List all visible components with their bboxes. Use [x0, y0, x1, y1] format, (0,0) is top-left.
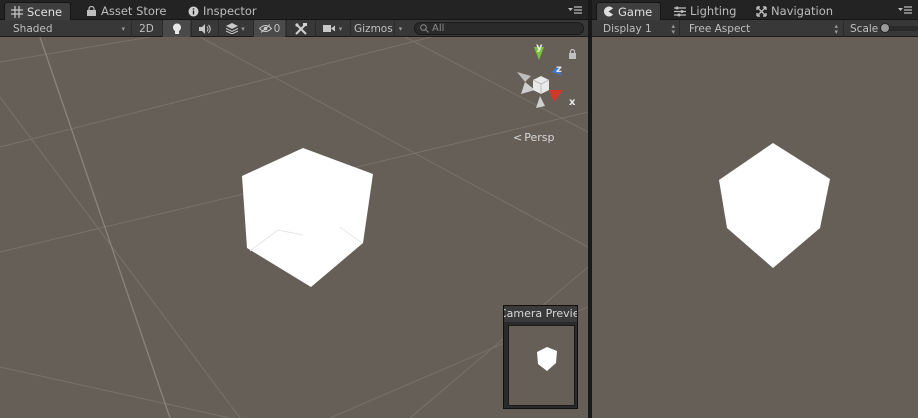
info-icon — [188, 6, 199, 17]
tab-game[interactable]: Game — [596, 2, 662, 20]
scene-panel: Scene Asset Store Inspector Shaded ▾ 2D — [0, 0, 588, 418]
tab-navigation[interactable]: Navigation — [750, 2, 841, 20]
camera-icon — [322, 25, 335, 32]
scale-label: Scale — [850, 22, 879, 35]
game-panel: Game Lighting Navigation Display 1 ▴ ▾ Fr… — [592, 0, 918, 418]
scene-viewport[interactable]: y z x < Persp Camera Preview — [0, 37, 588, 418]
gizmos-label: Gizmos — [354, 22, 393, 35]
display-dropdown[interactable]: Display 1 ▴ ▾ — [592, 20, 678, 37]
scene-toolbar: Shaded ▾ 2D ▾ 0 ▾ Gizmos ▾ All — [0, 20, 588, 37]
search-input[interactable] — [432, 23, 572, 34]
eye-slash-icon — [258, 24, 272, 33]
tab-lighting-label: Lighting — [690, 4, 737, 18]
tab-navigation-label: Navigation — [771, 4, 834, 18]
dropdown-arrow-icon: ▾ — [241, 24, 245, 33]
camera-preview-title: Camera Preview — [504, 306, 577, 322]
scene-tools-button[interactable] — [286, 20, 314, 37]
tab-asset-store[interactable]: Asset Store — [80, 2, 175, 20]
scene-tabbar: Scene Asset Store Inspector — [0, 0, 588, 20]
game-viewport[interactable] — [592, 37, 918, 418]
aspect-dropdown[interactable]: Free Aspect ▴ ▾ — [679, 20, 842, 37]
tab-scene-label: Scene — [27, 4, 63, 19]
2d-toggle-button[interactable]: 2D — [131, 20, 161, 37]
dropdown-arrow-icon: ▾ — [121, 24, 125, 33]
white-cube — [242, 148, 373, 287]
up-down-arrow-icon: ▴ ▾ — [834, 21, 838, 36]
tab-asset-store-label: Asset Store — [101, 4, 167, 18]
tab-scene[interactable]: Scene — [4, 2, 72, 20]
scene-search-field[interactable] — [414, 22, 584, 35]
camera-preview-window[interactable]: Camera Preview — [503, 305, 578, 409]
up-down-arrow-icon: ▴ ▾ — [671, 21, 675, 36]
preview-cube — [537, 347, 557, 371]
lightbulb-icon — [172, 23, 181, 34]
scene-camera-dropdown[interactable]: ▾ — [315, 20, 349, 37]
shading-mode-dropdown[interactable]: Shaded ▾ — [0, 20, 130, 37]
search-icon — [420, 24, 429, 33]
2d-label: 2D — [139, 22, 154, 35]
panel-menu-icon[interactable] — [568, 5, 582, 15]
projection-toggle[interactable]: < Persp — [513, 131, 554, 144]
tools-icon — [294, 22, 307, 35]
bag-icon — [86, 5, 97, 17]
game-tabbar: Game Lighting Navigation — [592, 0, 918, 20]
aspect-label: Free Aspect — [689, 22, 751, 35]
gizmo-z-label: z — [556, 64, 562, 75]
tab-inspector[interactable]: Inspector — [182, 2, 265, 20]
hidden-count: 0 — [273, 22, 281, 35]
camera-preview-view — [508, 325, 575, 406]
chevron-left-icon: < — [513, 131, 523, 144]
scene-effects-dropdown[interactable]: ▾ — [218, 20, 252, 37]
game-cube — [719, 143, 830, 268]
lock-icon[interactable] — [568, 49, 577, 59]
gizmos-button[interactable]: Gizmos — [350, 20, 394, 37]
grid-icon — [11, 5, 23, 18]
navigation-icon — [756, 5, 767, 17]
tab-game-label: Game — [618, 4, 653, 19]
panel-menu-icon[interactable] — [898, 5, 912, 15]
dropdown-arrow-icon: ▾ — [398, 24, 403, 33]
scene-lighting-toggle[interactable] — [162, 20, 190, 37]
tab-lighting[interactable]: Lighting — [668, 2, 744, 20]
gizmo-y-label: y — [536, 42, 543, 53]
layers-effects-icon — [226, 23, 239, 34]
dropdown-arrow-icon: ▾ — [338, 24, 343, 33]
projection-label: Persp — [524, 131, 555, 144]
shading-mode-label: Shaded — [13, 22, 53, 35]
lighting-icon — [674, 6, 686, 17]
scene-audio-toggle[interactable] — [191, 20, 217, 37]
gizmos-dropdown[interactable]: ▾ — [394, 20, 406, 37]
hidden-objects-toggle[interactable]: 0 — [253, 20, 285, 37]
game-toolbar: Display 1 ▴ ▾ Free Aspect ▴ ▾ Scale — [592, 20, 918, 37]
speaker-icon — [198, 23, 211, 34]
display-label: Display 1 — [603, 22, 652, 35]
pacman-icon — [603, 6, 614, 17]
tab-inspector-label: Inspector — [203, 4, 257, 18]
gizmo-x-label: x — [569, 97, 576, 108]
scale-slider-thumb[interactable] — [880, 23, 890, 33]
